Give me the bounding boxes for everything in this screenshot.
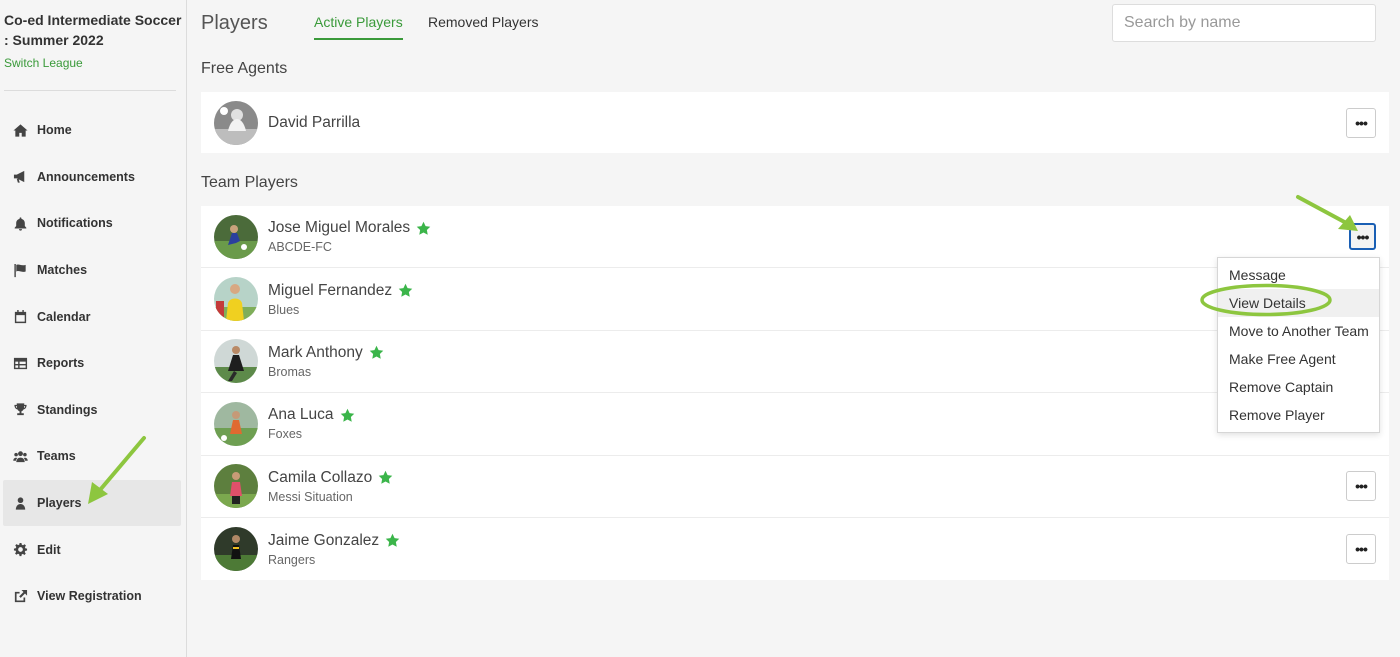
captain-star-icon: [398, 283, 413, 297]
table-icon: [11, 355, 29, 371]
more-options-button[interactable]: •••: [1346, 471, 1376, 502]
arrow-annotation-players-nav: [88, 436, 146, 504]
player-name[interactable]: Camila Collazo: [268, 469, 372, 487]
highlight-ellipse-annotation: [1200, 283, 1332, 317]
menu-item-move-to-another-team[interactable]: Move to Another Team: [1218, 317, 1379, 345]
sidebar-item-announcements[interactable]: Announcements: [3, 154, 181, 201]
sidebar-item-label: Matches: [37, 263, 88, 278]
flag-icon: [11, 262, 29, 278]
sidebar-item-label: View Registration: [37, 589, 142, 604]
sidebar-item-matches[interactable]: Matches: [3, 247, 181, 294]
sidebar-item-label: Standings: [37, 402, 98, 417]
list-item: Jose Miguel Morales ABCDE-FC •••: [201, 206, 1389, 269]
list-item: Mark Anthony Bromas: [201, 331, 1389, 394]
switch-league-link[interactable]: Switch League: [4, 56, 83, 70]
player-name[interactable]: Miguel Fernandez: [268, 282, 392, 300]
sidebar-item-calendar[interactable]: Calendar: [3, 293, 181, 340]
player-name[interactable]: Ana Luca: [268, 406, 334, 424]
tab-removed-players[interactable]: Removed Players: [428, 14, 539, 30]
sidebar-item-label: Announcements: [37, 169, 135, 184]
more-options-button[interactable]: •••: [1346, 534, 1376, 565]
captain-star-icon: [340, 408, 354, 422]
sidebar-item-home[interactable]: Home: [3, 107, 181, 154]
avatar: [214, 401, 258, 446]
sidebar-item-standings[interactable]: Standings: [3, 387, 181, 434]
player-name[interactable]: David Parrilla: [268, 114, 360, 132]
player-team: Blues: [268, 302, 300, 317]
list-item: David Parrilla •••: [201, 92, 1389, 153]
list-item: Jaime Gonzalez Rangers •••: [201, 518, 1389, 580]
sidebar-item-label: Teams: [37, 449, 76, 464]
team-players-heading: Team Players: [201, 174, 298, 191]
avatar: [214, 527, 258, 572]
home-icon: [11, 122, 29, 138]
sidebar-item-label: Home: [37, 123, 72, 138]
user-icon: [11, 495, 29, 511]
trophy-icon: [11, 402, 29, 418]
sidebar-item-notifications[interactable]: Notifications: [3, 200, 181, 247]
player-name[interactable]: Jose Miguel Morales: [268, 219, 410, 237]
sidebar-item-edit[interactable]: Edit: [3, 526, 181, 573]
external-link-icon: [11, 588, 29, 604]
arrow-annotation-more-button: [1296, 195, 1358, 231]
megaphone-icon: [11, 169, 29, 185]
team-players-card: Jose Miguel Morales ABCDE-FC ••• Miguel …: [201, 206, 1389, 580]
sidebar-divider: [4, 90, 176, 91]
player-team: Rangers: [268, 552, 316, 567]
avatar: [214, 214, 258, 259]
avatar: [214, 464, 258, 509]
sidebar-item-view-registration[interactable]: View Registration: [3, 573, 181, 620]
gear-icon: [11, 542, 29, 558]
list-item: Ana Luca Foxes: [201, 393, 1389, 456]
free-agents-card: David Parrilla •••: [201, 92, 1389, 153]
sidebar-item-label: Players: [37, 496, 82, 511]
captain-star-icon: [416, 221, 431, 235]
sidebar-item-label: Calendar: [37, 309, 91, 324]
captain-star-icon: [369, 346, 384, 360]
free-agents-heading: Free Agents: [201, 60, 288, 77]
player-name[interactable]: Mark Anthony: [268, 344, 363, 362]
menu-item-make-free-agent[interactable]: Make Free Agent: [1218, 345, 1379, 373]
bell-icon: [11, 215, 29, 231]
player-team: Foxes: [268, 427, 303, 442]
avatar: [214, 277, 258, 322]
menu-item-remove-captain[interactable]: Remove Captain: [1218, 373, 1379, 401]
page-title: Players: [201, 12, 268, 34]
captain-star-icon: [385, 533, 400, 547]
menu-item-remove-player[interactable]: Remove Player: [1218, 401, 1379, 429]
avatar: [214, 339, 258, 384]
list-item: Camila Collazo Messi Situation •••: [201, 456, 1389, 518]
sidebar: Co-ed Intermediate Soccer : Summer 2022 …: [0, 0, 187, 657]
calendar-icon: [11, 309, 29, 325]
tab-active-players[interactable]: Active Players: [314, 14, 403, 40]
sidebar-item-label: Notifications: [37, 216, 113, 231]
player-team: Messi Situation: [268, 489, 353, 504]
sidebar-item-label: Reports: [37, 356, 85, 371]
more-options-button[interactable]: •••: [1346, 107, 1376, 138]
users-icon: [11, 448, 29, 464]
sidebar-item-reports[interactable]: Reports: [3, 340, 181, 387]
player-team: ABCDE-FC: [268, 240, 332, 255]
sidebar-nav: Home Announcements Notifications Matches…: [3, 107, 181, 620]
player-team: Bromas: [268, 364, 312, 379]
avatar: [214, 100, 258, 145]
player-name[interactable]: Jaime Gonzalez: [268, 532, 379, 550]
sidebar-item-label: Edit: [37, 542, 61, 557]
league-title: Co-ed Intermediate Soccer : Summer 2022: [4, 12, 182, 48]
captain-star-icon: [378, 471, 393, 484]
search-input[interactable]: [1112, 4, 1376, 42]
